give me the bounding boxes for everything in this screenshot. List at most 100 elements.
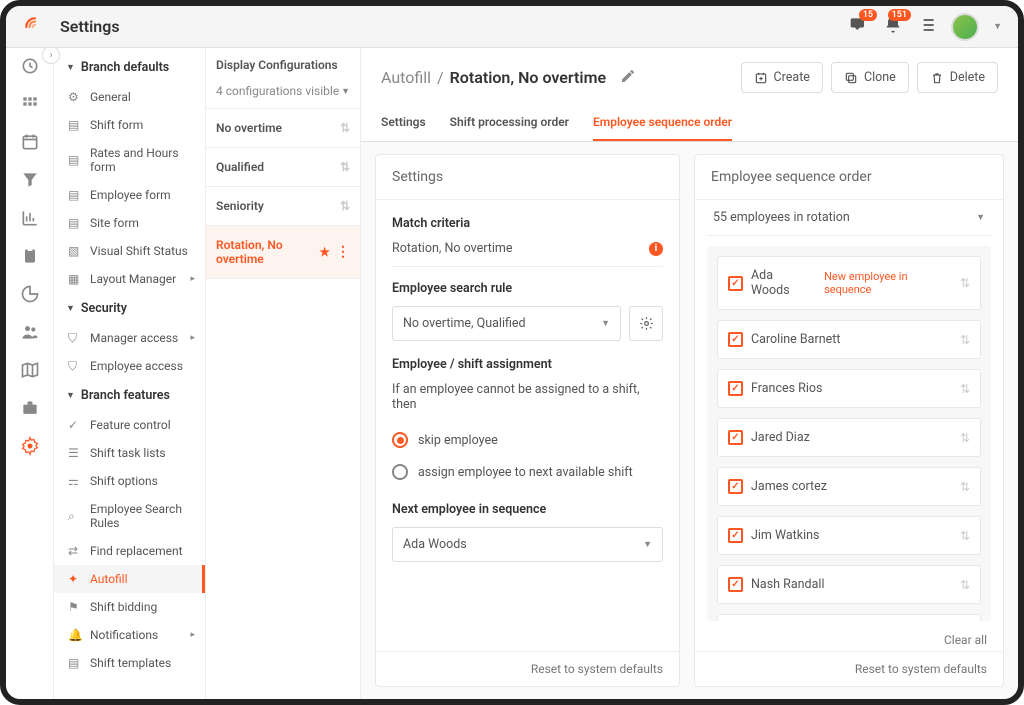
config-item-qualified[interactable]: Qualified⇅ (206, 148, 360, 187)
nav-item-find-replacement[interactable]: ⇄Find replacement (54, 537, 205, 565)
breadcrumb-root[interactable]: Autofill (381, 68, 431, 87)
employee-name: James cortez (751, 479, 827, 494)
radio-assign-next[interactable]: assign employee to next available shift (392, 456, 663, 488)
drag-handle-icon[interactable]: ⇅ (960, 431, 970, 445)
nav-section-label: Branch defaults (81, 60, 169, 75)
rail-settings-icon[interactable] (20, 436, 40, 456)
drag-handle-icon[interactable]: ⇅ (960, 480, 970, 494)
rail-chart-icon[interactable] (20, 208, 40, 228)
bell-badge: 151 (888, 9, 911, 21)
drag-handle-icon[interactable]: ⇅ (960, 382, 970, 396)
reset-sequence-link[interactable]: Reset to system defaults (855, 662, 987, 676)
doc-icon: ▤ (68, 153, 82, 167)
nav-item-visual-shift[interactable]: ▧Visual Shift Status (54, 237, 205, 265)
drag-handle-icon[interactable]: ⇅ (960, 333, 970, 347)
employee-item[interactable]: Jared Diaz⇅ (717, 418, 981, 457)
rotation-count-select[interactable]: 55 employees in rotation ▼ (707, 200, 991, 236)
user-icon: ⛉ (68, 331, 82, 345)
checkbox-icon[interactable] (728, 577, 743, 592)
nav-item-employee-form[interactable]: ▤Employee form (54, 181, 205, 209)
nav-item-shift-templates[interactable]: ▤Shift templates (54, 649, 205, 677)
chevron-down-icon: ▼ (66, 303, 75, 314)
nav-item-employee-access[interactable]: ⛉Employee access (54, 352, 205, 380)
nav-item-general[interactable]: ⚙General (54, 83, 205, 111)
delete-button[interactable]: Delete (917, 62, 998, 93)
nav-item-autofill[interactable]: ✦Autofill (54, 565, 205, 593)
rail-dashboard-icon[interactable] (20, 56, 40, 76)
drag-handle-icon[interactable]: ⇅ (960, 529, 970, 543)
settings-panel-footer: Reset to system defaults (376, 651, 679, 686)
employee-name: Ada Woods (751, 268, 812, 298)
rail-people-icon[interactable] (20, 322, 40, 342)
config-item-rotation[interactable]: Rotation, No overtime ★ ⋮ (206, 226, 360, 279)
search-rule-settings-button[interactable] (629, 306, 663, 341)
bell-icon: 🔔 (68, 628, 82, 642)
rail-filter-icon[interactable] (20, 170, 40, 190)
rail-grid-icon[interactable] (20, 94, 40, 114)
nav-section-branch-features[interactable]: ▼ Branch features (54, 380, 205, 411)
main-area: Autofill / Rotation, No overtime Create … (361, 48, 1018, 699)
doc-icon: ▤ (68, 216, 82, 230)
config-visibility-dropdown[interactable]: 4 configurations visible ▼ (206, 78, 360, 109)
nav-item-shift-tasks[interactable]: ☰Shift task lists (54, 439, 205, 467)
tab-settings[interactable]: Settings (381, 107, 426, 141)
clear-all-link[interactable]: Clear all (695, 629, 1003, 651)
nav-item-feature-control[interactable]: ✓Feature control (54, 411, 205, 439)
nav-item-shift-bidding[interactable]: ⚑Shift bidding (54, 593, 205, 621)
nav-item-shift-options[interactable]: ⚎Shift options (54, 467, 205, 495)
rail-map-icon[interactable] (20, 360, 40, 380)
nav-item-notifications[interactable]: 🔔Notifications▸ (54, 621, 205, 649)
reset-settings-link[interactable]: Reset to system defaults (531, 662, 663, 676)
nav-item-rates-form[interactable]: ▤Rates and Hours form (54, 139, 205, 181)
drag-handle-icon[interactable]: ⇅ (960, 578, 970, 592)
tab-shift-processing[interactable]: Shift processing order (450, 107, 569, 141)
employee-name: Jim Watkins (751, 528, 820, 543)
config-item-no-overtime[interactable]: No overtime⇅ (206, 109, 360, 148)
nav-item-manager-access[interactable]: ⛉Manager access▸ (54, 324, 205, 352)
employee-item[interactable]: Frances Rios ⇅ (717, 369, 981, 408)
create-button[interactable]: Create (741, 62, 823, 93)
bell-icon[interactable]: 151 (883, 15, 903, 39)
rail-briefcase-icon[interactable] (20, 398, 40, 418)
drag-handle-icon[interactable]: ⇅ (960, 276, 970, 290)
avatar[interactable] (951, 13, 979, 41)
nav-section-branch-defaults[interactable]: ▼ Branch defaults (54, 52, 205, 83)
doc-icon: ▤ (68, 188, 82, 202)
clone-button[interactable]: Clone (831, 62, 909, 93)
employee-item[interactable]: Jim Watkins ⇅ (717, 516, 981, 555)
list-icon[interactable] (917, 15, 937, 39)
nav-item-site-form[interactable]: ▤Site form (54, 209, 205, 237)
employee-item[interactable]: Caroline Barnett⇅ (717, 320, 981, 359)
checkbox-icon[interactable] (728, 332, 743, 347)
checkbox-icon[interactable] (728, 276, 743, 291)
employee-name: Frances Rios (751, 381, 823, 396)
chat-badge: 15 (859, 9, 877, 21)
employee-item[interactable]: James cortez ⇅ (717, 467, 981, 506)
checkbox-icon[interactable] (728, 479, 743, 494)
info-icon[interactable]: i (649, 242, 663, 256)
employee-item[interactable]: Nash Randall⇅ (717, 565, 981, 604)
search-rule-select[interactable]: No overtime, Qualified ▼ (392, 306, 621, 341)
edit-icon[interactable] (620, 68, 636, 88)
nav-item-layout-manager[interactable]: ▦Layout Manager▸ (54, 265, 205, 293)
avatar-menu-caret[interactable]: ▼ (993, 21, 1002, 32)
star-icon: ★ (319, 245, 330, 259)
more-options-icon[interactable]: ⋮ (336, 244, 350, 260)
nav-item-search-rules[interactable]: ⌕Employee Search Rules (54, 495, 205, 537)
employee-item[interactable]: Ada WoodsNew employee in sequence⇅ (717, 256, 981, 310)
radio-icon (392, 432, 408, 448)
chat-icon[interactable]: 15 (849, 15, 869, 39)
checkbox-icon[interactable] (728, 430, 743, 445)
tab-employee-sequence[interactable]: Employee sequence order (593, 107, 732, 141)
rail-clipboard-icon[interactable] (20, 246, 40, 266)
checkbox-icon[interactable] (728, 381, 743, 396)
next-employee-select[interactable]: Ada Woods ▼ (392, 527, 663, 562)
config-item-seniority[interactable]: Seniority⇅ (206, 187, 360, 226)
rail-calendar-icon[interactable] (20, 132, 40, 152)
employee-item[interactable]: Linda Schuldt⇅ (717, 614, 981, 621)
nav-item-shift-form[interactable]: ▤Shift form (54, 111, 205, 139)
nav-section-security[interactable]: ▼ Security (54, 293, 205, 324)
radio-skip-employee[interactable]: skip employee (392, 424, 663, 456)
checkbox-icon[interactable] (728, 528, 743, 543)
rail-pie-icon[interactable] (20, 284, 40, 304)
